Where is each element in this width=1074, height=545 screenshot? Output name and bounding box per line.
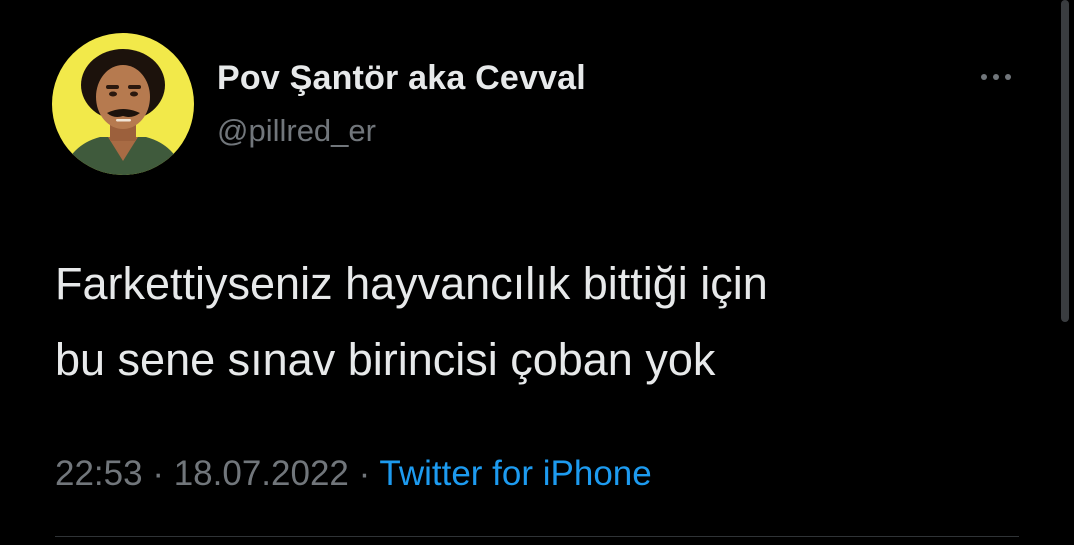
more-horizontal-icon-dot <box>1005 74 1011 80</box>
avatar-portrait <box>52 33 194 175</box>
tweet-text-line: bu sene sınav birincisi çoban yok <box>55 334 716 385</box>
more-options-button[interactable] <box>968 62 1024 92</box>
tweet-source-link[interactable]: Twitter for iPhone <box>379 454 651 493</box>
tweet-text: Farkettiyseniz hayvancılık bittiği için … <box>55 246 1015 398</box>
meta-separator: · <box>358 454 371 493</box>
author-display-name[interactable]: Pov Şantör aka Cevval <box>217 59 586 98</box>
scrollbar[interactable] <box>1061 0 1069 322</box>
more-horizontal-icon <box>981 74 987 80</box>
tweet-card: Pov Şantör aka Cevval @pillred_er Farket… <box>0 0 1074 545</box>
tweet-text-line: Farkettiyseniz hayvancılık bittiği için <box>55 258 768 309</box>
meta-separator: · <box>152 454 164 493</box>
more-horizontal-icon-dot <box>993 74 999 80</box>
divider <box>55 536 1019 537</box>
tweet-date[interactable]: 18.07.2022 <box>174 454 349 493</box>
tweet-meta: 22:53 · 18.07.2022 · Twitter for iPhone <box>55 454 652 494</box>
avatar[interactable] <box>52 33 194 175</box>
author-handle[interactable]: @pillred_er <box>217 113 376 149</box>
tweet-time[interactable]: 22:53 <box>55 454 143 493</box>
